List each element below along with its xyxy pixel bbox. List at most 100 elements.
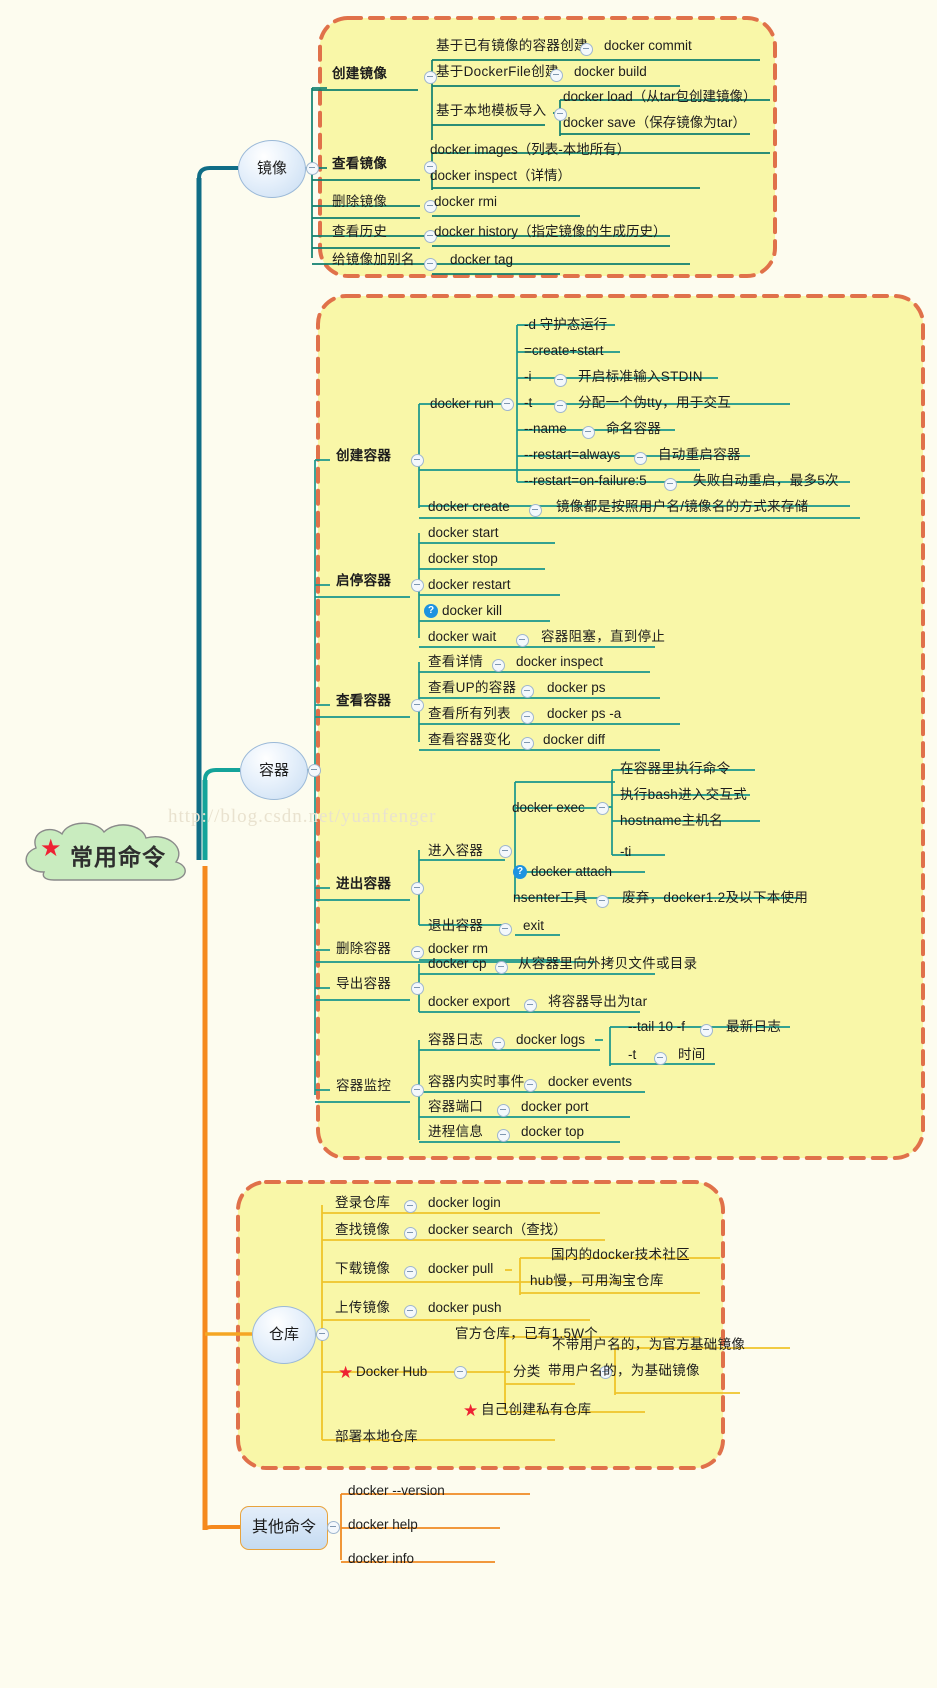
toggle-run-restart-always[interactable] — [634, 452, 647, 465]
node-ps-key[interactable]: 查看UP的容器 — [428, 680, 516, 696]
node-login-key[interactable]: 登录仓库 — [335, 1195, 390, 1211]
node-create-container[interactable]: 创建容器 — [336, 448, 391, 464]
toggle-monitor[interactable] — [411, 1084, 424, 1097]
node-tag-key[interactable]: 给镜像加别名 — [332, 252, 415, 268]
node-exec-bash[interactable]: 执行bash进入交互式 — [620, 787, 747, 803]
node-cp-key[interactable]: docker cp — [428, 956, 487, 972]
node-logs-t-value[interactable]: 时间 — [678, 1047, 706, 1063]
toggle-enter-container[interactable] — [499, 845, 512, 858]
node-run-t-value[interactable]: 分配一个伪tty，用于交互 — [578, 395, 731, 411]
node-search-key[interactable]: 查找镜像 — [335, 1222, 390, 1238]
branch-node-containers[interactable]: 容器 — [240, 742, 308, 800]
toggle-create-container[interactable] — [411, 454, 424, 467]
node-build-key[interactable]: 基于DockerFile创建 — [436, 64, 559, 80]
node-create-image[interactable]: 创建镜像 — [332, 66, 387, 82]
root-node[interactable]: ★ 常用命令 — [14, 818, 210, 886]
node-private-repo[interactable]: 自己创建私有仓库 — [481, 1402, 591, 1418]
node-logs-t-key[interactable]: -t — [628, 1047, 636, 1063]
toggle-events[interactable] — [524, 1079, 537, 1092]
toggle-other[interactable] — [327, 1521, 340, 1534]
node-pull-note-2[interactable]: hub慢，可用淘宝仓库 — [530, 1273, 664, 1289]
toggle-build[interactable] — [550, 69, 563, 82]
node-docker-run[interactable]: docker run — [430, 396, 494, 412]
node-run-t-key[interactable]: -t — [524, 395, 532, 411]
node-docker-inspect-image[interactable]: docker inspect（详情） — [430, 168, 571, 184]
node-top-key[interactable]: 进程信息 — [428, 1124, 483, 1140]
toggle-docker-exec[interactable] — [596, 802, 609, 815]
toggle-tag[interactable] — [424, 258, 437, 271]
node-pull-note-1[interactable]: 国内的docker技术社区 — [551, 1247, 690, 1263]
branch-node-images[interactable]: 镜像 — [238, 140, 306, 198]
node-docker-create-key[interactable]: docker create — [428, 499, 510, 515]
node-run-name-value[interactable]: 命名容器 — [606, 421, 661, 437]
node-run-name-key[interactable]: --name — [524, 421, 567, 437]
toggle-cp[interactable] — [495, 961, 508, 974]
node-exec-hostname[interactable]: hostname主机名 — [620, 813, 723, 829]
node-exec-run-cmd[interactable]: 在容器里执行命令 — [620, 761, 730, 777]
toggle-rm[interactable] — [411, 946, 424, 959]
toggle-docker-hub[interactable] — [454, 1366, 467, 1379]
toggle-ps[interactable] — [521, 685, 534, 698]
node-run-restart-onfailure-value[interactable]: 失败自动重启，最多5次 — [693, 473, 839, 489]
toggle-docker-run[interactable] — [501, 398, 514, 411]
toggle-logs-t[interactable] — [654, 1052, 667, 1065]
node-view-image[interactable]: 查看镜像 — [332, 156, 387, 172]
node-delete-image-value[interactable]: docker rmi — [434, 194, 497, 210]
toggle-view-container[interactable] — [411, 699, 424, 712]
node-port-value[interactable]: docker port — [521, 1099, 589, 1115]
node-search-value[interactable]: docker search（查找） — [428, 1222, 567, 1238]
node-login-value[interactable]: docker login — [428, 1195, 501, 1211]
node-history-key[interactable]: 查看历史 — [332, 224, 387, 240]
node-diff-value[interactable]: docker diff — [543, 732, 605, 748]
node-commit-key[interactable]: 基于已有镜像的容器创建 — [436, 38, 588, 54]
node-docker-help[interactable]: docker help — [348, 1517, 418, 1533]
node-run-restart-always-key[interactable]: --restart=always — [524, 447, 620, 463]
node-run-d[interactable]: -d 守护态运行 — [524, 317, 607, 333]
node-push-value[interactable]: docker push — [428, 1300, 502, 1316]
toggle-nsenter[interactable] — [596, 895, 609, 908]
toggle-logs[interactable] — [492, 1037, 505, 1050]
toggle-docker-wait[interactable] — [516, 634, 529, 647]
node-run-restart-always-value[interactable]: 自动重启容器 — [658, 447, 741, 463]
node-export-key[interactable]: docker export — [428, 994, 510, 1010]
toggle-run-name[interactable] — [582, 426, 595, 439]
node-run-i-key[interactable]: -i — [524, 369, 532, 385]
node-exit-key[interactable]: 退出容器 — [428, 918, 483, 934]
node-docker-load[interactable]: docker load（从tar包创建镜像） — [563, 89, 757, 105]
node-classification[interactable]: 分类 — [513, 1364, 541, 1380]
node-rm-value[interactable]: docker rm — [428, 941, 488, 957]
node-docker-wait-key[interactable]: docker wait — [428, 629, 496, 645]
node-exec-ti[interactable]: -ti — [620, 844, 631, 860]
node-docker-images[interactable]: docker images（列表-本地所有） — [430, 142, 630, 158]
node-local-template-key[interactable]: 基于本地模板导入 — [436, 103, 546, 119]
node-docker-save[interactable]: docker save（保存镜像为tar） — [563, 115, 746, 131]
node-docker-stop[interactable]: docker stop — [428, 551, 498, 567]
toggle-exit[interactable] — [499, 923, 512, 936]
toggle-top[interactable] — [497, 1129, 510, 1142]
node-docker-attach[interactable]: docker attach — [531, 864, 612, 880]
node-export-container[interactable]: 导出容器 — [336, 976, 391, 992]
node-run-restart-onfailure-key[interactable]: --restart=on-failure:5 — [524, 473, 647, 489]
node-inout-container[interactable]: 进出容器 — [336, 876, 391, 892]
node-logs-key[interactable]: 容器日志 — [428, 1032, 483, 1048]
toggle-tail[interactable] — [700, 1024, 713, 1037]
toggle-run-restart-onfailure[interactable] — [664, 478, 677, 491]
node-view-container[interactable]: 查看容器 — [336, 693, 391, 709]
node-build-value[interactable]: docker build — [574, 64, 647, 80]
node-nsenter-value[interactable]: 废弃，docker1.2及以下本使用 — [622, 890, 808, 906]
node-delete-image-key[interactable]: 删除镜像 — [332, 194, 387, 210]
node-docker-exec[interactable]: docker exec — [512, 800, 585, 816]
node-pull-value[interactable]: docker pull — [428, 1261, 493, 1277]
node-docker-kill[interactable]: docker kill — [442, 603, 502, 619]
node-history-value[interactable]: docker history（指定镜像的生成历史） — [434, 224, 667, 240]
node-docker-hub[interactable]: Docker Hub — [356, 1364, 427, 1380]
toggle-export[interactable] — [524, 999, 537, 1012]
node-push-key[interactable]: 上传镜像 — [335, 1300, 390, 1316]
toggle-inout[interactable] — [411, 882, 424, 895]
node-startstop-container[interactable]: 启停容器 — [336, 573, 391, 589]
toggle-search[interactable] — [404, 1227, 417, 1240]
toggle-psa[interactable] — [521, 711, 534, 724]
node-port-key[interactable]: 容器端口 — [428, 1099, 483, 1115]
node-exit-value[interactable]: exit — [523, 918, 544, 934]
toggle-port[interactable] — [497, 1104, 510, 1117]
